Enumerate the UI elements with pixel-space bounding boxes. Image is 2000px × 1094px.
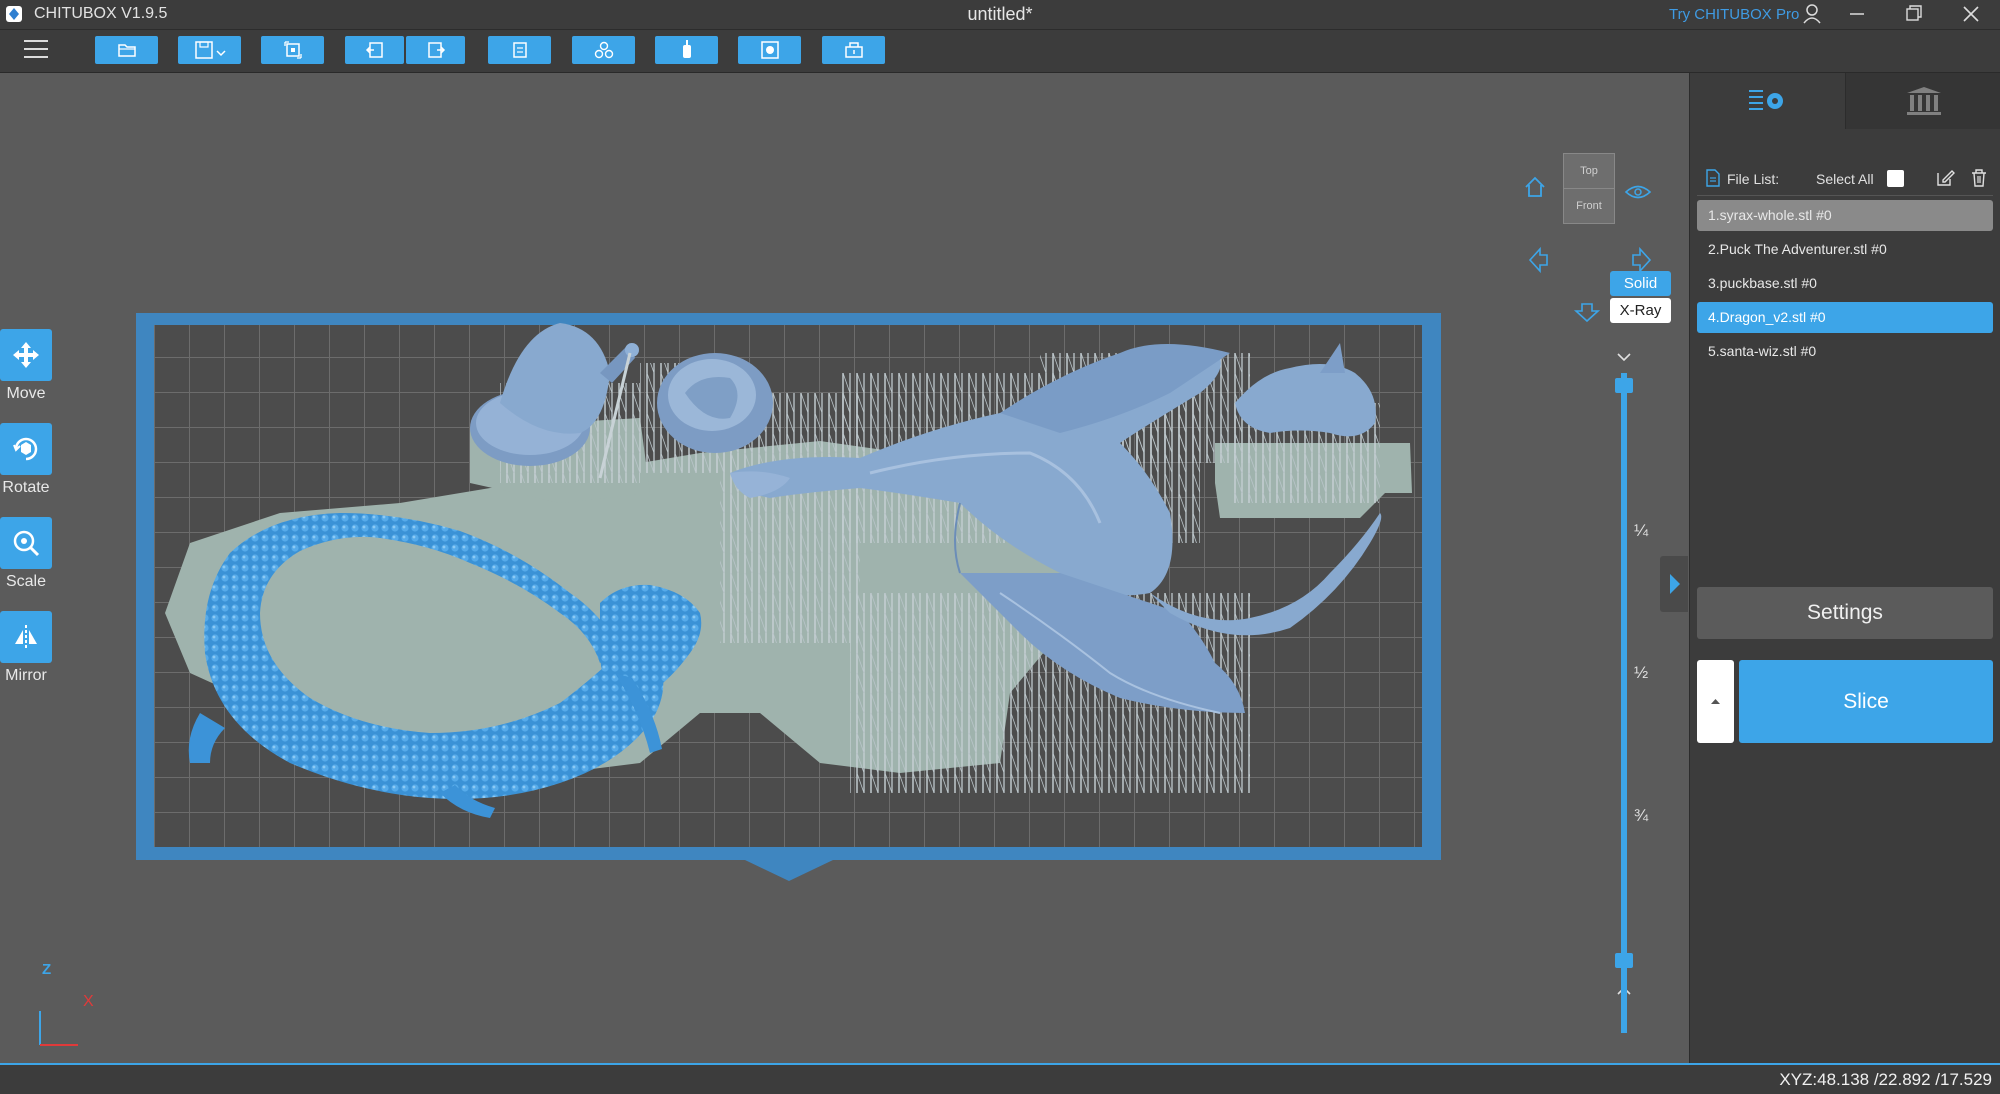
- solid-mode-button[interactable]: Solid: [1610, 271, 1671, 296]
- view-right-arrow-icon[interactable]: [1632, 246, 1652, 274]
- plate-front-marker: [745, 860, 833, 881]
- rotate-tool[interactable]: Rotate: [0, 423, 52, 497]
- move-tool-label: Move: [6, 385, 46, 402]
- collapse-chevron-icon[interactable]: [1617, 353, 1631, 362]
- undo-icon: [365, 42, 383, 58]
- mirror-icon: [15, 625, 37, 649]
- xray-mode-button[interactable]: X-Ray: [1610, 298, 1671, 323]
- select-all-label: Select All: [1816, 171, 1874, 187]
- temple-columns-icon: [1907, 87, 1941, 115]
- open-file-button[interactable]: [95, 36, 158, 64]
- scale-icon: [13, 530, 40, 557]
- build-plate-scene[interactable]: [0, 73, 1688, 1063]
- app-name: CHITUBOX V1.9.5: [34, 5, 168, 22]
- mirror-tool[interactable]: Mirror: [0, 611, 52, 685]
- 3d-viewport[interactable]: Z X Move Rotate Scale Mirror Top Front S…: [0, 73, 1688, 1063]
- move-icon: [13, 342, 39, 368]
- hamburger-menu-icon[interactable]: [24, 40, 48, 60]
- home-view-icon[interactable]: [1525, 176, 1545, 197]
- file-item[interactable]: 2.Puck The Adventurer.stl #0: [1697, 234, 1993, 265]
- import-button[interactable]: [261, 36, 324, 64]
- file-icon: [1706, 169, 1720, 187]
- tab-settings-list[interactable]: [1690, 73, 1845, 129]
- slider-mark-three-quarter: ¾: [1634, 806, 1649, 825]
- xyz-coordinates: XYZ:48.138 /22.892 /17.529: [1779, 1070, 1992, 1089]
- file-item[interactable]: 5.santa-wiz.stl #0: [1697, 336, 1993, 367]
- slider-mark-half: ½: [1634, 663, 1649, 682]
- slice-options-button[interactable]: [1697, 660, 1734, 743]
- support-button[interactable]: [655, 36, 718, 64]
- toolbar: [0, 30, 2000, 73]
- title-bar: CHITUBOX V1.9.5 untitled* Try CHITUBOX P…: [0, 0, 2000, 30]
- chevron-right-icon: [1670, 574, 1680, 594]
- view-down-arrow-icon[interactable]: [1573, 303, 1601, 323]
- move-tool[interactable]: Move: [0, 329, 52, 403]
- rotate-tool-label: Rotate: [2, 479, 50, 496]
- arrange-icon: [594, 41, 613, 59]
- undo-button[interactable]: [345, 36, 404, 64]
- support-icon: [682, 40, 691, 58]
- select-all-checkbox[interactable]: [1887, 170, 1904, 187]
- file-item[interactable]: 1.syrax-whole.stl #0: [1697, 200, 1993, 231]
- list-settings-icon: [1749, 90, 1783, 110]
- view-cube-top[interactable]: Top: [1563, 153, 1615, 189]
- scale-tool-label: Scale: [5, 573, 47, 590]
- restore-icon[interactable]: [1891, 0, 1937, 29]
- file-list-header: File List: Select All: [1704, 165, 1994, 195]
- file-list-label: File List:: [1727, 171, 1780, 187]
- user-icon[interactable]: [1789, 0, 1835, 29]
- open-icon: [117, 44, 136, 57]
- copy-button[interactable]: [488, 36, 551, 64]
- scale-tool[interactable]: Scale: [0, 517, 52, 591]
- tab-support-library[interactable]: [1845, 73, 2000, 129]
- file-item[interactable]: 3.puckbase.stl #0: [1697, 268, 1993, 299]
- axis-x-label: X: [83, 993, 94, 1010]
- eye-icon[interactable]: [1624, 185, 1652, 199]
- machine-icon: [844, 42, 863, 58]
- close-icon[interactable]: [1948, 0, 1994, 29]
- save-button[interactable]: [178, 36, 241, 64]
- axis-z-label: Z: [42, 961, 52, 978]
- save-icon: [194, 41, 226, 59]
- import-icon: [283, 41, 302, 59]
- hollow-button[interactable]: [738, 36, 801, 64]
- redo-icon: [427, 42, 445, 58]
- panel-toggle-button[interactable]: [1660, 556, 1688, 612]
- chitubox-logo-icon: [6, 6, 22, 22]
- right-panel: File List: Select All 1.syrax-whole.stl …: [1689, 73, 2000, 1063]
- machine-settings-button[interactable]: [822, 36, 885, 64]
- layer-slider-bottom-handle[interactable]: [1615, 953, 1633, 968]
- arrange-button[interactable]: [572, 36, 635, 64]
- settings-button[interactable]: Settings: [1697, 587, 1993, 639]
- view-left-arrow-icon[interactable]: [1528, 246, 1548, 274]
- status-bar: XYZ:48.138 /22.892 /17.529: [0, 1063, 2000, 1094]
- file-list-divider: [1697, 195, 1993, 196]
- slice-button[interactable]: Slice: [1739, 660, 1993, 743]
- try-pro-link[interactable]: Try CHITUBOX Pro: [1669, 6, 1799, 23]
- copy-icon: [512, 42, 527, 58]
- edit-icon[interactable]: [1935, 168, 1955, 188]
- caret-up-icon: [1711, 699, 1720, 704]
- mirror-tool-label: Mirror: [5, 667, 47, 684]
- redo-button[interactable]: [406, 36, 465, 64]
- axis-gizmo: [39, 1011, 78, 1046]
- hollow-icon: [760, 41, 779, 59]
- layer-slider-top-handle[interactable]: [1615, 378, 1633, 393]
- file-item-selected[interactable]: 4.Dragon_v2.stl #0: [1697, 302, 1993, 333]
- trash-icon[interactable]: [1970, 168, 1988, 188]
- slider-mark-quarter: ¼: [1634, 521, 1649, 540]
- view-cube-front[interactable]: Front: [1563, 188, 1615, 224]
- layer-slider-track[interactable]: [1621, 373, 1627, 1033]
- minimize-icon[interactable]: [1834, 0, 1880, 29]
- rotate-icon: [13, 437, 38, 461]
